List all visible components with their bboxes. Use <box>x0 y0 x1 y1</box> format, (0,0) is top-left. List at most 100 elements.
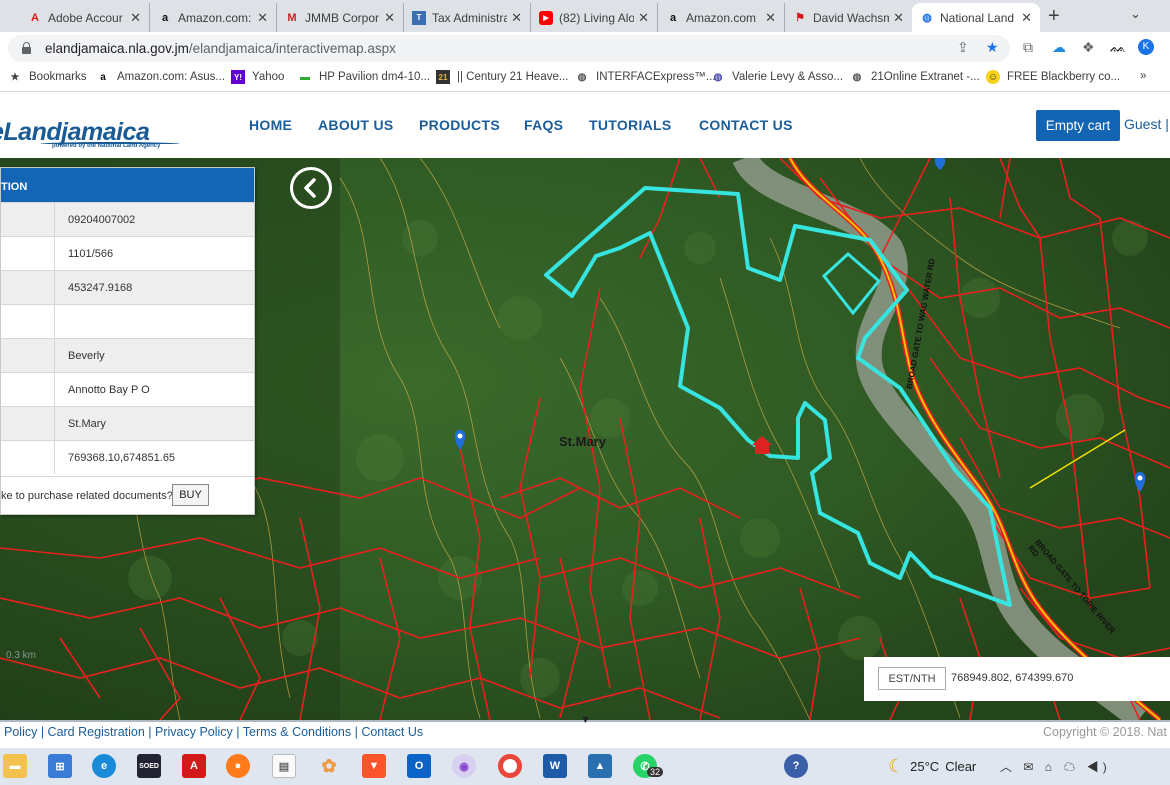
cloud-icon[interactable]: ☁ <box>1052 39 1066 56</box>
footer-links[interactable]: Policy | Card Registration | Privacy Pol… <box>4 725 423 739</box>
yahoo-icon: Y! <box>231 70 245 84</box>
nav-faqs[interactable]: FAQS <box>524 117 563 133</box>
dropbox-icon[interactable]: ❖ <box>1082 39 1095 56</box>
row-value: Annotto Bay P O <box>68 384 150 396</box>
tab-title: (82) Living Alo <box>559 10 635 25</box>
nav-tutorials[interactable]: TUTORIALS <box>589 117 672 133</box>
tab-title: David Wachsm <box>813 10 890 25</box>
tax-icon: T <box>412 10 426 25</box>
brave-icon[interactable]: ▼ <box>362 754 386 778</box>
tab-amazon-1[interactable]: a Amazon.com: ✕ <box>150 3 277 32</box>
close-icon[interactable]: ✕ <box>1021 10 1032 26</box>
network-icon[interactable]: ⌂ <box>1045 760 1056 774</box>
bookmark-item[interactable]: ☺ FREE Blackberry co... <box>986 70 1120 84</box>
close-icon[interactable]: ✕ <box>765 10 776 26</box>
bookmark-item[interactable]: Y! Yahoo <box>231 70 284 84</box>
youtube-icon: ▶ <box>539 10 553 25</box>
profile-icon[interactable]: K <box>1138 39 1154 55</box>
battery-icon: ▬ <box>300 71 310 83</box>
tab-jmmb[interactable]: M JMMB Corpor ✕ <box>277 3 404 32</box>
info-row: 09204007002 <box>1 202 254 236</box>
extension-icon[interactable]: ⧉ <box>1023 39 1033 56</box>
row-label <box>1 441 55 474</box>
camera-icon[interactable]: ◉ <box>452 754 476 778</box>
guest-label[interactable]: Guest | <box>1124 116 1169 132</box>
site-footer: ▼ Policy | Card Registration | Privacy P… <box>0 714 1170 748</box>
chrome-icon[interactable] <box>498 754 522 778</box>
edge-icon[interactable]: e <box>92 754 116 778</box>
tab-david[interactable]: ⚑ David Wachsm ✕ <box>785 3 912 32</box>
store-icon[interactable]: ⊞ <box>48 754 72 778</box>
info-row: St.Mary <box>1 406 254 440</box>
nav-home[interactable]: HOME <box>249 117 292 133</box>
coord-system-button[interactable]: EST/NTH <box>878 667 946 690</box>
tab-youtube[interactable]: ▶ (82) Living Alo ✕ <box>531 3 658 32</box>
tab-title: JMMB Corpor <box>305 10 380 25</box>
cloud-icon[interactable]: ☁ <box>1063 760 1079 774</box>
acrobat-icon[interactable]: A <box>182 754 206 778</box>
close-icon[interactable]: ✕ <box>638 10 649 26</box>
amazon-icon: a <box>100 71 106 83</box>
people-icon[interactable]: ᨐ <box>1110 39 1126 56</box>
close-icon[interactable]: ✕ <box>511 10 522 26</box>
collapse-arrow-icon[interactable]: ▼ <box>580 714 591 726</box>
firefox-icon[interactable]: ● <box>226 754 250 778</box>
tab-national-land[interactable]: ◍ National Land ✕ <box>912 3 1040 32</box>
parcel-info-panel: TION 09204007002 1101/566 453247.9168 Be… <box>0 167 255 515</box>
nav-products[interactable]: PRODUCTS <box>419 117 500 133</box>
chevron-up-icon[interactable]: ︿ <box>1000 760 1016 774</box>
close-icon[interactable]: ✕ <box>130 10 141 26</box>
buy-button[interactable]: BUY <box>172 484 209 506</box>
row-value: 09204007002 <box>68 214 136 226</box>
url-path: /elandjamaica/interactivemap.aspx <box>188 41 396 56</box>
bookmark-item[interactable]: ▬ HP Pavilion dm4-10... <box>298 70 430 84</box>
bookmarks-overflow-button[interactable]: » <box>1140 70 1146 82</box>
address-bar[interactable]: elandjamaica.nla.gov.jm/elandjamaica/int… <box>8 35 1010 62</box>
url-text[interactable]: elandjamaica.nla.gov.jm/elandjamaica/int… <box>45 41 396 56</box>
bookmark-item[interactable]: 21 || Century 21 Heave... <box>436 70 568 84</box>
word-icon[interactable]: W <box>543 754 567 778</box>
tab-adobe[interactable]: A Adobe Accour ✕ <box>20 3 150 32</box>
back-button[interactable] <box>290 167 332 209</box>
nav-about-us[interactable]: ABOUT US <box>318 117 394 133</box>
site-header: eLandjamaica powered by the National Lan… <box>0 92 1170 158</box>
empty-cart-button[interactable]: Empty cart <box>1036 110 1120 141</box>
help-icon[interactable]: ? <box>784 754 808 778</box>
tab-title: Adobe Accour <box>48 10 123 25</box>
tab-search-button[interactable]: ⌄ <box>1130 6 1141 22</box>
bookmark-star-icon[interactable]: ★ <box>986 39 999 56</box>
outlook-icon[interactable]: O <box>407 754 431 778</box>
mail-icon[interactable]: ✉ <box>1023 760 1037 774</box>
photos-app-icon[interactable]: ▲ <box>588 754 612 778</box>
close-icon[interactable]: ✕ <box>893 10 904 26</box>
share-icon[interactable]: ⇪ <box>957 39 969 56</box>
weather-widget[interactable]: ☾ 25°C Clear <box>888 756 976 777</box>
bookmark-item[interactable]: ★ Bookmarks <box>8 70 87 84</box>
bookmark-item[interactable]: ◍ 21Online Extranet -... <box>850 70 980 84</box>
bookmark-red-icon: ⚑ <box>795 12 805 24</box>
lock-icon[interactable] <box>22 42 31 54</box>
globe-icon: ◍ <box>577 71 587 83</box>
tab-tax[interactable]: T Tax Administra ✕ <box>404 3 531 32</box>
photos-icon[interactable]: ✿ <box>317 754 341 778</box>
row-label <box>1 203 55 236</box>
windows-taskbar: ▬ ⊞ e SOED A ● ▤ ✿ ▼ O ◉ W ▲ ✆ 32 ? ☾ 25… <box>0 748 1170 785</box>
coord-value: 768949.802, 674399.670 <box>951 672 1074 684</box>
volume-icon[interactable]: ◀) <box>1087 760 1111 774</box>
bookmark-label: || Century 21 Heave... <box>457 71 569 83</box>
nav-contact-us[interactable]: CONTACT US <box>699 117 793 133</box>
system-tray[interactable]: ︿ ✉ ⌂ ☁ ◀) <box>1000 758 1111 775</box>
file-explorer-icon[interactable]: ▬ <box>3 754 27 778</box>
gmail-icon: M <box>287 11 297 24</box>
map-scale: 0.3 km <box>6 650 37 661</box>
close-icon[interactable]: ✕ <box>257 10 268 26</box>
notepad-icon[interactable]: ▤ <box>272 754 296 778</box>
new-tab-button[interactable]: + <box>1048 5 1060 28</box>
close-icon[interactable]: ✕ <box>384 10 395 26</box>
bookmark-item[interactable]: ◍ INTERFACExpress™... <box>575 70 716 84</box>
bookmark-item[interactable]: a Amazon.com: Asus... <box>96 70 225 84</box>
tab-amazon-2[interactable]: a Amazon.com ✕ <box>658 3 785 32</box>
bookmark-item[interactable]: ◍ Valerie Levy & Asso... <box>711 70 843 84</box>
info-row <box>1 304 254 338</box>
soed-icon[interactable]: SOED <box>137 754 161 778</box>
